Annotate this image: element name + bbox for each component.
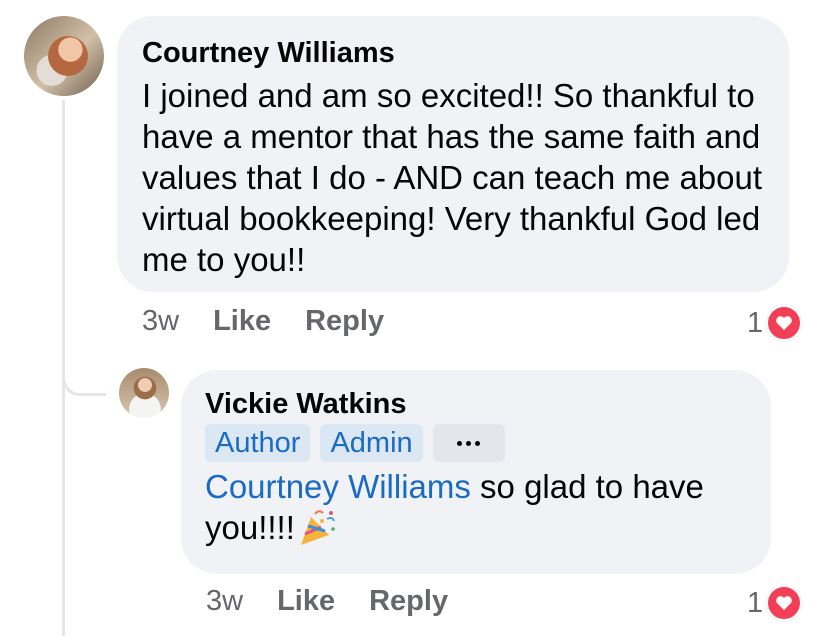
admin-badge[interactable]: Admin [320, 424, 423, 462]
reply-button[interactable]: Reply [305, 305, 384, 338]
reply-button[interactable]: Reply [369, 585, 448, 618]
party-popper-icon [297, 509, 337, 547]
author-badges: Author Admin [205, 424, 747, 462]
like-button[interactable]: Like [213, 305, 271, 338]
reaction-summary[interactable]: 1 [747, 585, 803, 621]
reply-timestamp[interactable]: 3w [206, 585, 243, 618]
reaction-summary[interactable]: 1 [747, 305, 803, 341]
reply-bubble: Vickie Watkins Author Admin Courtney Wil… [181, 370, 771, 574]
like-button[interactable]: Like [277, 585, 335, 618]
more-icon[interactable] [432, 424, 505, 462]
avatar[interactable] [119, 368, 169, 418]
comment-bubble: Courtney Williams I joined and am so exc… [117, 16, 789, 292]
comment-author-name[interactable]: Courtney Williams [142, 36, 765, 70]
comment-text: I joined and am so excited!! So thankful… [142, 77, 763, 278]
author-badge[interactable]: Author [205, 424, 311, 462]
mention-link[interactable]: Courtney Williams [205, 468, 471, 505]
avatar[interactable] [24, 16, 104, 96]
comment-timestamp[interactable]: 3w [142, 305, 179, 338]
reply-author-name[interactable]: Vickie Watkins [205, 387, 747, 421]
heart-icon [766, 305, 803, 341]
reply-connector [62, 340, 106, 396]
reply-text-container: Courtney Williams so glad to have you!!!… [205, 466, 747, 548]
comment-actions: 3w Like Reply [142, 305, 384, 338]
reply-actions: 3w Like Reply [206, 585, 448, 618]
reaction-count: 1 [747, 306, 764, 339]
heart-icon [766, 585, 803, 621]
reaction-count: 1 [747, 586, 764, 619]
